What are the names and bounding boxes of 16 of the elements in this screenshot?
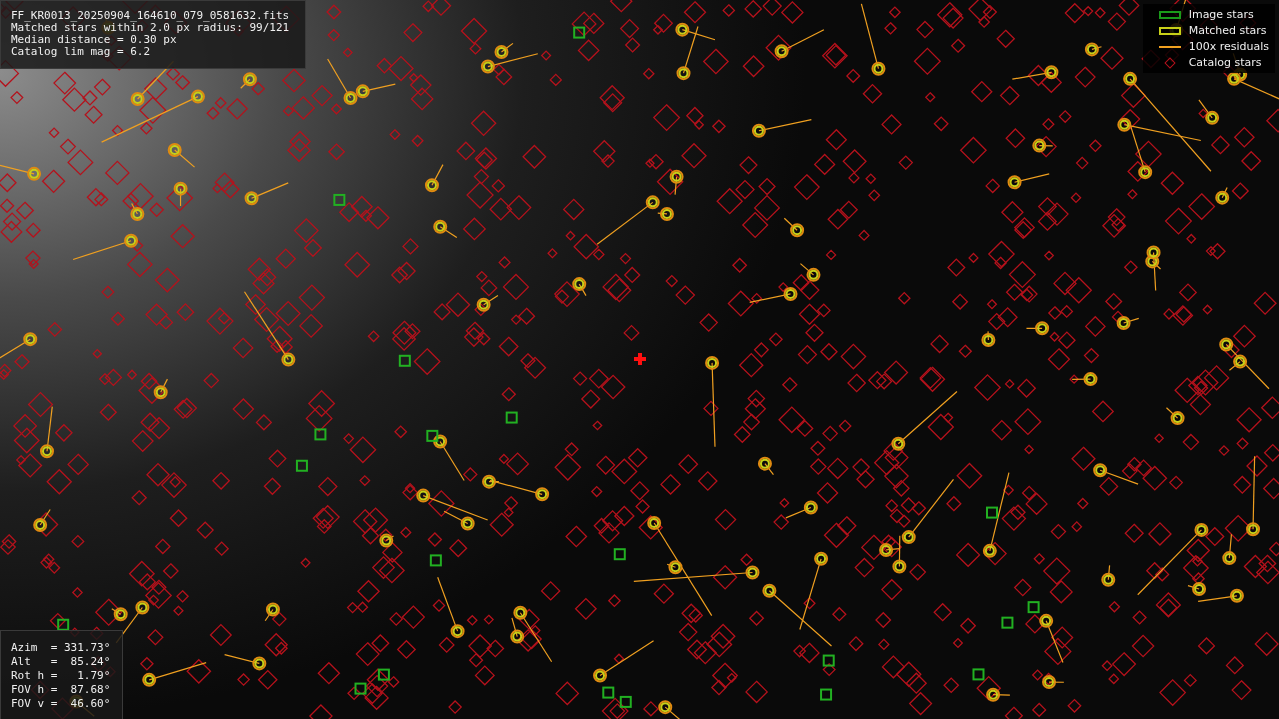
legend-swatch-icon [1158,10,1181,19]
pointing-text: FOV v = 46.60° [11,697,111,711]
legend-swatch-icon [1158,45,1181,48]
info-text: Catalog lim mag = 6.2 [11,46,152,58]
pointing-text: Rot h = 1.79° [11,669,111,683]
legend-label: 100x residuals [1188,40,1269,53]
info-text: Median distance = 0.30 px [11,34,178,46]
info-text: Matched stars within 2.0 px radius: 99/121 [11,22,290,34]
pointing-text: FOV h = 87.68° [11,683,111,697]
legend-label: Matched stars [1188,24,1267,37]
info-text: FF_KR0013_20250904_164610_079_0581632.fits [11,10,290,22]
pointing-text: Azim = 331.73° [11,641,111,655]
legend-label: Image stars [1188,8,1254,21]
legend-label: Catalog stars [1188,56,1262,69]
pointing-text: Alt = 85.24° [11,655,111,669]
legend-swatch-icon [1158,26,1181,35]
